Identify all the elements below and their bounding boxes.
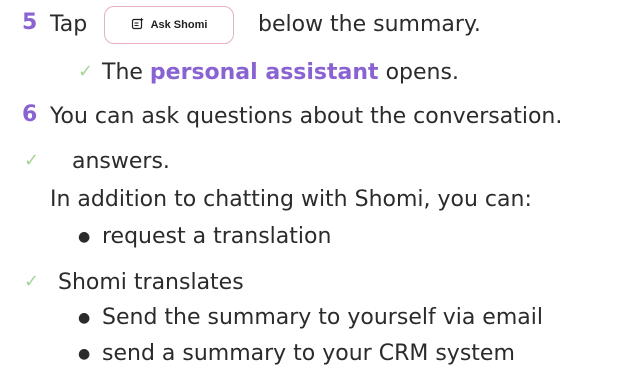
result-after: opens. xyxy=(385,60,459,85)
list-item: request a translation xyxy=(102,224,332,249)
answers-text: answers. xyxy=(72,149,170,174)
bullet-icon: ● xyxy=(78,346,91,362)
result-before: The xyxy=(102,60,143,85)
chat-sparkle-icon xyxy=(131,16,145,35)
list-item: send a summary to your CRM system xyxy=(102,341,515,366)
result-text: Shomi translates xyxy=(58,270,244,295)
ask-shomi-button[interactable]: Ask Shomi xyxy=(104,6,234,44)
step-text: You can ask questions about the conversa… xyxy=(50,104,563,129)
step-text-before: Tap xyxy=(50,12,88,37)
intro-text: In addition to chatting with Shomi, you … xyxy=(50,187,532,212)
result-text: The personal assistant opens. xyxy=(102,58,459,88)
personal-assistant-highlight: personal assistant xyxy=(149,60,379,85)
bullet-icon: ● xyxy=(78,310,91,326)
step-number: 6 xyxy=(22,102,38,127)
bullet-icon: ● xyxy=(78,229,91,245)
check-icon: ✓ xyxy=(78,61,94,82)
list-item: Send the summary to yourself via email xyxy=(102,305,543,330)
ask-shomi-label: Ask Shomi xyxy=(150,19,208,31)
step-number: 5 xyxy=(22,10,38,35)
step-text-after: below the summary. xyxy=(258,12,481,37)
check-icon: ✓ xyxy=(24,271,40,292)
check-icon: ✓ xyxy=(24,150,40,171)
